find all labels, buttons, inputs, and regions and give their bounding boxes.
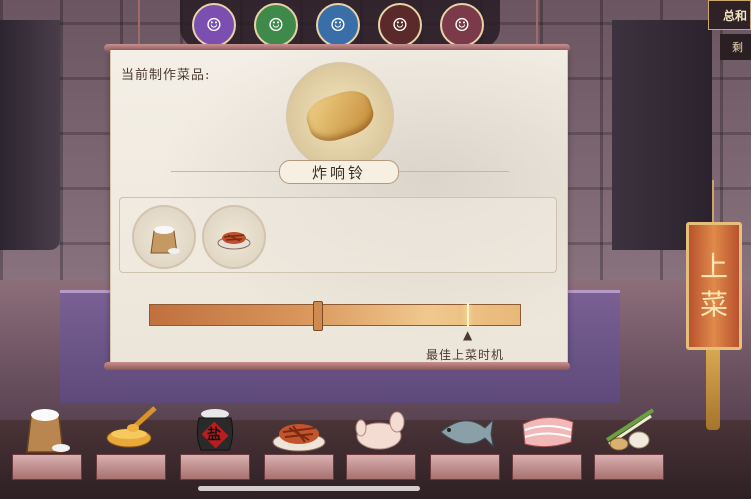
salt-label: 盐	[207, 427, 221, 443]
character-bar: ☺ ☺ ☺ ☺ ☺	[180, 0, 500, 48]
remain-label: 剩	[732, 41, 743, 54]
tray-item-shredded-meat[interactable]	[262, 396, 336, 480]
character-face-icon: ☺	[391, 14, 409, 36]
curtain-left	[0, 20, 60, 250]
dish-image	[286, 62, 394, 170]
tray-base	[264, 454, 334, 480]
serve-button[interactable]: 上 菜	[686, 222, 742, 350]
character-avatar-2[interactable]: ☺	[254, 3, 298, 47]
current-dish-label: 当前制作菜品:	[121, 68, 211, 83]
flour-sack-icon	[150, 226, 180, 254]
pork-belly-icon	[522, 417, 574, 448]
hanging-string	[138, 0, 140, 48]
scallion-ginger-garlic-icon	[605, 408, 655, 451]
ingredient-slot-2[interactable]	[202, 205, 266, 269]
character-avatar-1[interactable]: ☺	[192, 3, 236, 47]
tray-base	[512, 454, 582, 480]
tray-item-flour[interactable]	[10, 396, 84, 480]
serve-rope	[712, 180, 714, 222]
fried-bell-rolls-icon	[301, 84, 379, 148]
character-face-icon: ☺	[205, 14, 223, 36]
divider	[171, 171, 281, 172]
tray-item-honey[interactable]	[94, 396, 168, 480]
shredded-meat-icon	[272, 424, 326, 452]
ingredient-slots	[119, 197, 557, 273]
best-timing-mark	[467, 303, 470, 327]
character-face-icon: ☺	[267, 14, 285, 36]
tray-base	[594, 454, 664, 480]
serve-label-bottom: 菜	[699, 288, 728, 321]
recipe-panel: 当前制作菜品: 炸响铃 ▲ 最佳上菜时机	[110, 50, 568, 364]
tray-base	[96, 454, 166, 480]
tray-item-salt[interactable]: 盐	[178, 396, 252, 480]
divider	[399, 171, 509, 172]
score-tab[interactable]: 总和	[708, 0, 751, 30]
tray-base	[430, 454, 500, 480]
character-avatar-5[interactable]: ☺	[440, 3, 484, 47]
scroll-rod-bottom	[104, 362, 570, 370]
dish-name-text: 炸响铃	[311, 163, 366, 182]
score-label: 总和	[723, 9, 748, 23]
chevron-up-icon: ▲	[463, 328, 473, 342]
timing-marker	[312, 301, 323, 331]
character-avatar-4[interactable]: ☺	[378, 3, 422, 47]
tassel	[706, 350, 720, 430]
flour-sack-icon	[26, 409, 70, 453]
honey-bowl-icon	[106, 406, 157, 448]
curtain-right	[612, 20, 712, 250]
tray-item-pork[interactable]	[510, 396, 584, 480]
tray-base	[346, 454, 416, 480]
remain-tab: 剩	[720, 34, 751, 60]
best-timing-label: 最佳上菜时机	[426, 348, 505, 362]
serve-label-top: 上	[699, 250, 728, 283]
character-face-icon: ☺	[453, 14, 471, 36]
character-avatar-3[interactable]: ☺	[316, 3, 360, 47]
home-indicator	[198, 486, 420, 491]
chicken-icon	[355, 411, 405, 450]
character-face-icon: ☺	[329, 14, 347, 36]
tray-base	[12, 454, 82, 480]
ingredient-slot-1[interactable]	[132, 205, 196, 269]
shredded-meat-icon	[217, 232, 251, 250]
fish-icon	[440, 418, 494, 448]
tray-item-scallion[interactable]	[592, 396, 666, 480]
hanging-string	[536, 0, 538, 48]
dish-name: 炸响铃	[279, 160, 399, 184]
tray-base	[180, 454, 250, 480]
tray-item-fish[interactable]	[428, 396, 502, 480]
timing-bar[interactable]	[149, 301, 521, 331]
tray-item-chicken[interactable]	[344, 396, 418, 480]
